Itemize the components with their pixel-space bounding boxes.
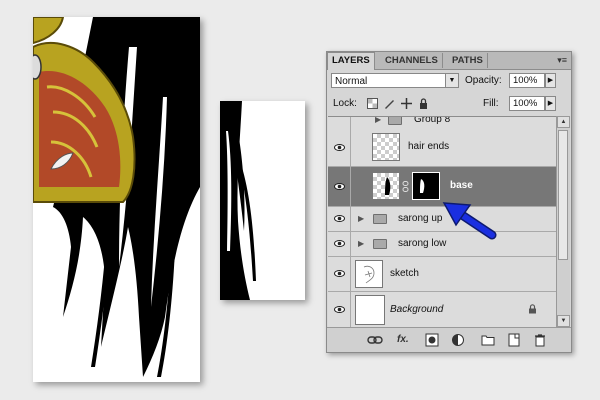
artwork-canvas-main	[33, 17, 200, 382]
lock-image-pixels-icon[interactable]	[384, 98, 395, 109]
opacity-slider-arrow-icon[interactable]: ▶	[545, 73, 556, 88]
chevron-down-icon: ▼	[445, 74, 458, 87]
layer-thumbnail	[372, 133, 400, 161]
eye-icon	[334, 144, 345, 151]
expand-triangle-icon[interactable]: ▶	[358, 214, 364, 223]
layer-thumbnail	[372, 172, 400, 200]
fill-label: Fill:	[483, 98, 499, 109]
eye-icon	[334, 240, 345, 247]
folder-icon	[373, 214, 387, 224]
eye-icon	[334, 215, 345, 222]
new-group-icon[interactable]	[481, 333, 495, 347]
layer-name: Group 8	[414, 116, 451, 125]
hair-strip-illustration	[220, 101, 256, 300]
layer-name: sketch	[390, 268, 419, 279]
layer-style-fx-icon[interactable]: fx.	[397, 333, 409, 347]
visibility-toggle[interactable]	[328, 232, 351, 256]
fill-input[interactable]: 100%	[509, 96, 545, 111]
adjustment-layer-icon[interactable]	[451, 333, 467, 347]
tab-channels[interactable]: CHANNELS	[381, 53, 443, 68]
lock-position-icon[interactable]	[401, 98, 412, 109]
layer-row-sketch[interactable]: sketch	[328, 257, 557, 292]
tab-paths[interactable]: PATHS	[448, 53, 488, 68]
layer-row-background[interactable]: Background	[328, 292, 557, 328]
panel-tabbar: LAYERS CHANNELS PATHS ▾≡	[327, 52, 571, 70]
trash-icon[interactable]	[533, 333, 547, 347]
opacity-label: Opacity:	[465, 75, 502, 86]
visibility-toggle[interactable]	[328, 129, 351, 166]
eye-icon	[334, 183, 345, 190]
mask-shape-icon	[420, 179, 425, 193]
link-layers-icon[interactable]	[367, 333, 383, 347]
layer-mask-thumbnail[interactable]	[412, 172, 440, 200]
mask-link-icon[interactable]	[402, 181, 409, 192]
eye-icon	[334, 306, 345, 313]
layer-list-scrollbar[interactable]: ▲ ▼	[556, 116, 570, 327]
layer-row-group-8[interactable]: ▶ Group 8	[328, 116, 557, 130]
layer-name: base	[450, 180, 473, 191]
expand-triangle-icon[interactable]: ▶	[358, 239, 364, 248]
hair-thumbnail-icon	[385, 177, 391, 195]
folder-icon	[373, 239, 387, 249]
layer-thumbnail	[355, 295, 385, 325]
visibility-toggle[interactable]	[328, 257, 351, 291]
layer-name: Background	[390, 304, 444, 315]
tab-layers[interactable]: LAYERS	[327, 52, 375, 70]
blend-mode-select[interactable]: Normal ▼	[331, 73, 459, 88]
layer-thumbnail	[355, 260, 383, 288]
sketch-thumbnail-icon	[363, 265, 375, 284]
visibility-toggle[interactable]	[328, 117, 351, 129]
lock-all-icon[interactable]	[418, 98, 429, 109]
new-layer-icon[interactable]	[507, 333, 521, 347]
scroll-down-icon[interactable]: ▼	[557, 315, 570, 327]
lock-label: Lock:	[333, 98, 357, 109]
hair-helmet-illustration	[33, 17, 200, 377]
artwork-canvas-preview	[220, 101, 305, 300]
expand-triangle-icon[interactable]: ▶	[375, 117, 381, 124]
scrollbar-thumb[interactable]	[558, 130, 568, 260]
lock-icon	[529, 304, 536, 314]
lock-transparent-pixels-icon[interactable]	[367, 98, 378, 109]
panel-footer: fx.	[327, 327, 571, 352]
folder-icon	[388, 117, 402, 125]
layer-row-hair-ends[interactable]: hair ends	[328, 129, 557, 167]
visibility-toggle[interactable]	[328, 292, 351, 328]
blend-mode-value: Normal	[335, 76, 368, 87]
scroll-up-icon[interactable]: ▲	[557, 116, 570, 128]
fill-slider-arrow-icon[interactable]: ▶	[545, 96, 556, 111]
panel-menu-icon[interactable]: ▾≡	[557, 55, 567, 66]
annotation-arrow-icon	[442, 202, 497, 240]
visibility-toggle[interactable]	[328, 207, 351, 231]
visibility-toggle[interactable]	[328, 167, 351, 206]
add-mask-icon[interactable]	[425, 333, 439, 347]
layer-name: sarong up	[398, 213, 443, 224]
opacity-input[interactable]: 100%	[509, 73, 545, 88]
layer-name: hair ends	[408, 141, 450, 152]
eye-icon	[334, 270, 345, 277]
